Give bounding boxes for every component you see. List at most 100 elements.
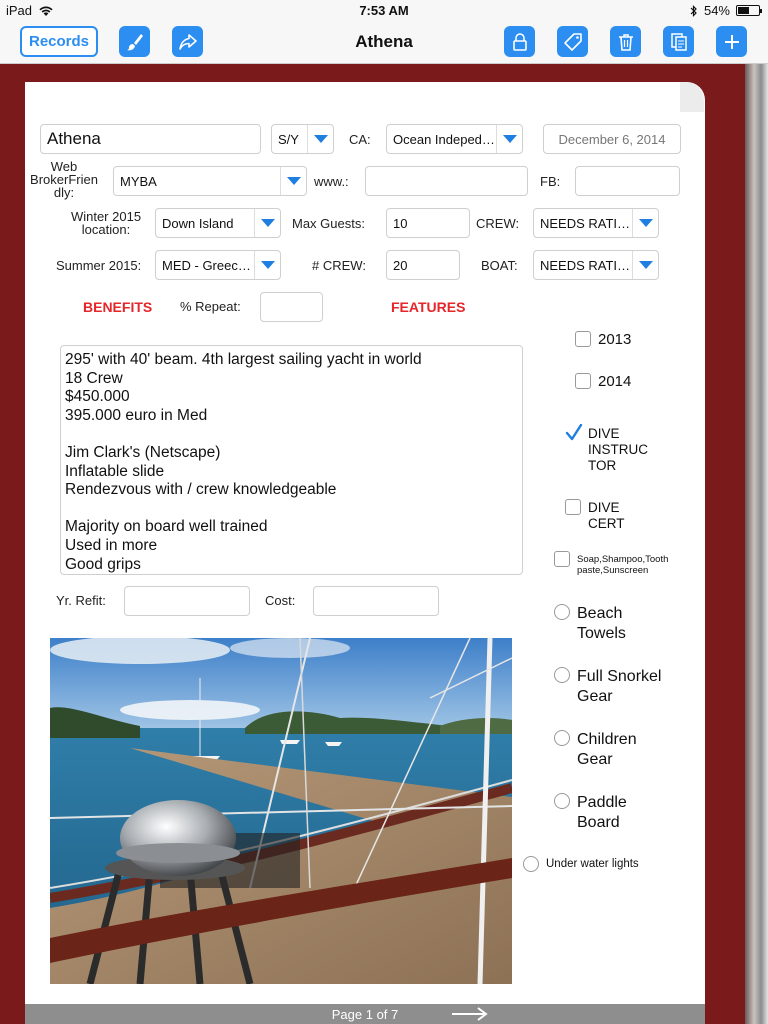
num-crew-field[interactable]: 20	[386, 250, 460, 280]
crew-rating-select[interactable]: NEEDS RATI…	[533, 208, 659, 238]
date-field[interactable]: December 6, 2014	[543, 124, 681, 154]
toiletries-label: Soap,Shampoo,Tooth paste,Sunscreen	[577, 554, 669, 576]
chevron-down-icon	[307, 125, 333, 153]
paintbrush-button[interactable]	[119, 26, 150, 57]
name-field[interactable]: Athena	[40, 124, 261, 154]
notes-line: Jim Clark's (Netscape)	[65, 443, 221, 461]
fb-label: FB:	[540, 174, 561, 189]
battery-icon	[736, 5, 762, 16]
page-curl	[680, 82, 704, 112]
status-bar: iPad 7:53 AM 54%	[0, 0, 768, 20]
web-broker-select[interactable]: MYBA	[113, 166, 307, 196]
summer-location-select[interactable]: MED - Greec…	[155, 250, 281, 280]
crew-rating-value: NEEDS RATI…	[540, 215, 631, 231]
repeat-label: % Repeat:	[180, 299, 241, 314]
ca-value: Ocean Indeped…	[393, 131, 495, 147]
web-broker-label: Web BrokerFrien dly:	[30, 159, 98, 200]
boat-rating-label: BOAT:	[481, 258, 518, 273]
refit-label: Yr. Refit:	[56, 593, 106, 608]
paddle-board-radio[interactable]	[554, 793, 570, 809]
ca-select[interactable]: Ocean Indeped…	[386, 124, 523, 154]
notes-line	[65, 500, 518, 519]
share-icon	[178, 33, 197, 50]
lock-button[interactable]	[504, 26, 535, 57]
benefits-heading: BENEFITS	[83, 299, 153, 315]
notes-line: $450.000	[65, 388, 130, 406]
records-button[interactable]: Records	[20, 26, 98, 57]
add-button[interactable]	[716, 26, 747, 57]
toolbar: Records Athena	[0, 20, 768, 64]
dive-cert-label: DIVE CERT	[588, 500, 625, 531]
summer-location-value: MED - Greec…	[162, 257, 251, 273]
yacht-photo-image	[50, 638, 512, 984]
notes-line: 295' with 40' beam. 4th largest sailing …	[65, 351, 422, 368]
tag-button[interactable]	[557, 26, 588, 57]
copy-button[interactable]	[663, 26, 694, 57]
year-2014-label: 2014	[598, 373, 632, 390]
paddle-board-label: Paddle Board	[577, 794, 627, 831]
pager: Page 1 of 7	[25, 1004, 705, 1024]
num-crew-label: # CREW:	[312, 258, 366, 273]
chevron-down-icon	[496, 125, 522, 153]
yacht-photo[interactable]	[50, 638, 512, 984]
paintbrush-icon	[126, 33, 143, 50]
winter-location-value: Down Island	[162, 215, 234, 231]
winter-location-select[interactable]: Down Island	[155, 208, 281, 238]
tag-icon	[563, 32, 582, 51]
chevron-down-icon	[254, 251, 280, 279]
children-gear-radio[interactable]	[554, 730, 570, 746]
max-guests-field[interactable]: 10	[386, 208, 470, 238]
dive-instructor-label: DIVE INSTRUC TOR	[588, 426, 648, 473]
www-field[interactable]	[365, 166, 528, 196]
benefits-notes[interactable]: 295' with 40' beam. 4th largest sailing …	[60, 345, 523, 575]
share-button[interactable]	[172, 26, 203, 57]
notes-line: Rendezvous with / crew knowledgeable	[65, 481, 337, 499]
toiletries-checkbox[interactable]	[554, 551, 570, 567]
boat-rating-select[interactable]: NEEDS RATI…	[533, 250, 659, 280]
type-value: S/Y	[278, 131, 299, 147]
beach-towels-radio[interactable]	[554, 604, 570, 620]
trash-icon	[618, 33, 633, 51]
cost-label: Cost:	[265, 593, 296, 608]
cost-field[interactable]	[313, 586, 439, 616]
winter-location-label: Winter 2015 location:	[70, 209, 142, 237]
chevron-down-icon	[632, 209, 658, 237]
features-heading: FEATURES	[391, 299, 466, 315]
max-guests-label: Max Guests:	[292, 216, 365, 231]
plus-icon	[724, 34, 739, 49]
notes-line: Inflatable slide	[65, 462, 165, 480]
lock-icon	[512, 32, 527, 51]
dive-instructor-checkbox[interactable]	[565, 424, 583, 441]
page-title: Athena	[355, 32, 413, 51]
snorkel-gear-label: Full Snorkel Gear	[577, 668, 662, 705]
bluetooth-icon	[690, 4, 697, 17]
repeat-field[interactable]	[260, 292, 323, 322]
beach-towels-label: Beach Towels	[577, 605, 626, 642]
notes-line: 395.000 euro in Med	[65, 406, 208, 424]
refit-field[interactable]	[124, 586, 250, 616]
chevron-down-icon	[254, 209, 280, 237]
notes-line: Majority on board well trained	[65, 518, 268, 536]
checkmark-icon	[565, 424, 583, 441]
crew-rating-label: CREW:	[476, 216, 520, 231]
copy-icon	[670, 32, 687, 51]
year-2014-checkbox[interactable]	[575, 373, 591, 389]
battery-percent: 54%	[703, 3, 730, 18]
arrow-right-icon[interactable]	[450, 1006, 490, 1022]
clock: 7:53 AM	[359, 3, 409, 18]
summer-label: Summer 2015:	[56, 258, 142, 273]
snorkel-gear-radio[interactable]	[554, 667, 570, 683]
underwater-lights-radio[interactable]	[523, 856, 539, 872]
dive-cert-checkbox[interactable]	[565, 499, 581, 515]
notes-line: 18 Crew	[65, 369, 123, 387]
type-select[interactable]: S/Y	[271, 124, 334, 154]
underwater-lights-label: Under water lights	[546, 858, 639, 870]
children-gear-label: Children Gear	[577, 731, 637, 768]
page-indicator: Page 1 of 7	[331, 1007, 399, 1022]
chevron-down-icon	[632, 251, 658, 279]
fb-field[interactable]	[575, 166, 680, 196]
boat-rating-value: NEEDS RATI…	[540, 257, 631, 273]
year-2013-checkbox[interactable]	[575, 331, 591, 347]
trash-button[interactable]	[610, 26, 641, 57]
notes-line: Good grips	[65, 555, 141, 573]
